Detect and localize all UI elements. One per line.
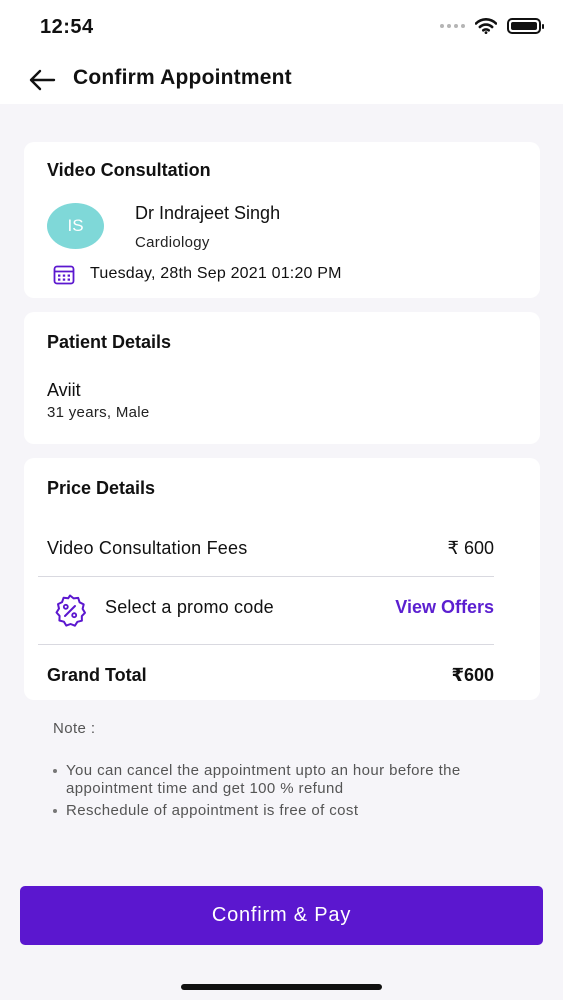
price-title: Price Details bbox=[47, 478, 156, 498]
home-indicator bbox=[181, 984, 382, 990]
divider bbox=[38, 644, 494, 645]
fee-value: ₹ 600 bbox=[447, 538, 495, 558]
avatar: IS bbox=[47, 203, 104, 249]
patient-card: Patient Details Aviit 31 years, Male bbox=[24, 312, 540, 444]
doctor-specialty: Cardiology bbox=[135, 234, 210, 251]
note-title: Note : bbox=[53, 720, 96, 737]
price-card: Price Details Video Consultation Fees ₹ … bbox=[24, 458, 540, 700]
back-button[interactable] bbox=[26, 66, 58, 94]
calendar-icon bbox=[53, 265, 75, 285]
appointment-datetime: Tuesday, 28th Sep 2021 01:20 PM bbox=[90, 265, 342, 282]
back-arrow-icon bbox=[29, 69, 56, 91]
grand-total-label: Grand Total bbox=[47, 665, 147, 685]
patient-age-gender: 31 years, Male bbox=[47, 404, 150, 421]
patient-name: Aviit bbox=[47, 380, 81, 400]
fee-label: Video Consultation Fees bbox=[47, 538, 248, 558]
consultation-title: Video Consultation bbox=[47, 160, 211, 180]
confirm-pay-button[interactable]: Confirm & Pay bbox=[20, 886, 543, 945]
app-header: Confirm Appointment bbox=[0, 56, 563, 104]
view-offers-link[interactable]: View Offers bbox=[395, 597, 494, 618]
doctor-name: Dr Indrajeet Singh bbox=[135, 203, 281, 223]
note-item: You can cancel the appointment upto an h… bbox=[52, 762, 532, 798]
note-list: You can cancel the appointment upto an h… bbox=[52, 762, 532, 824]
consultation-card: Video Consultation IS Dr Indrajeet Singh… bbox=[24, 142, 540, 298]
divider bbox=[38, 576, 494, 577]
wifi-icon bbox=[475, 18, 497, 34]
status-bar: 12:54 bbox=[0, 0, 563, 56]
cellular-signal-icon bbox=[440, 24, 465, 28]
note-item: Reschedule of appointment is free of cos… bbox=[52, 802, 532, 820]
status-icons bbox=[440, 18, 544, 34]
battery-icon bbox=[507, 18, 544, 34]
page-title: Confirm Appointment bbox=[73, 66, 292, 89]
promo-code-label[interactable]: Select a promo code bbox=[105, 597, 274, 618]
patient-title: Patient Details bbox=[47, 332, 172, 352]
grand-total-value: ₹600 bbox=[451, 665, 494, 685]
promo-badge-icon[interactable] bbox=[52, 593, 88, 629]
status-time: 12:54 bbox=[40, 16, 94, 38]
